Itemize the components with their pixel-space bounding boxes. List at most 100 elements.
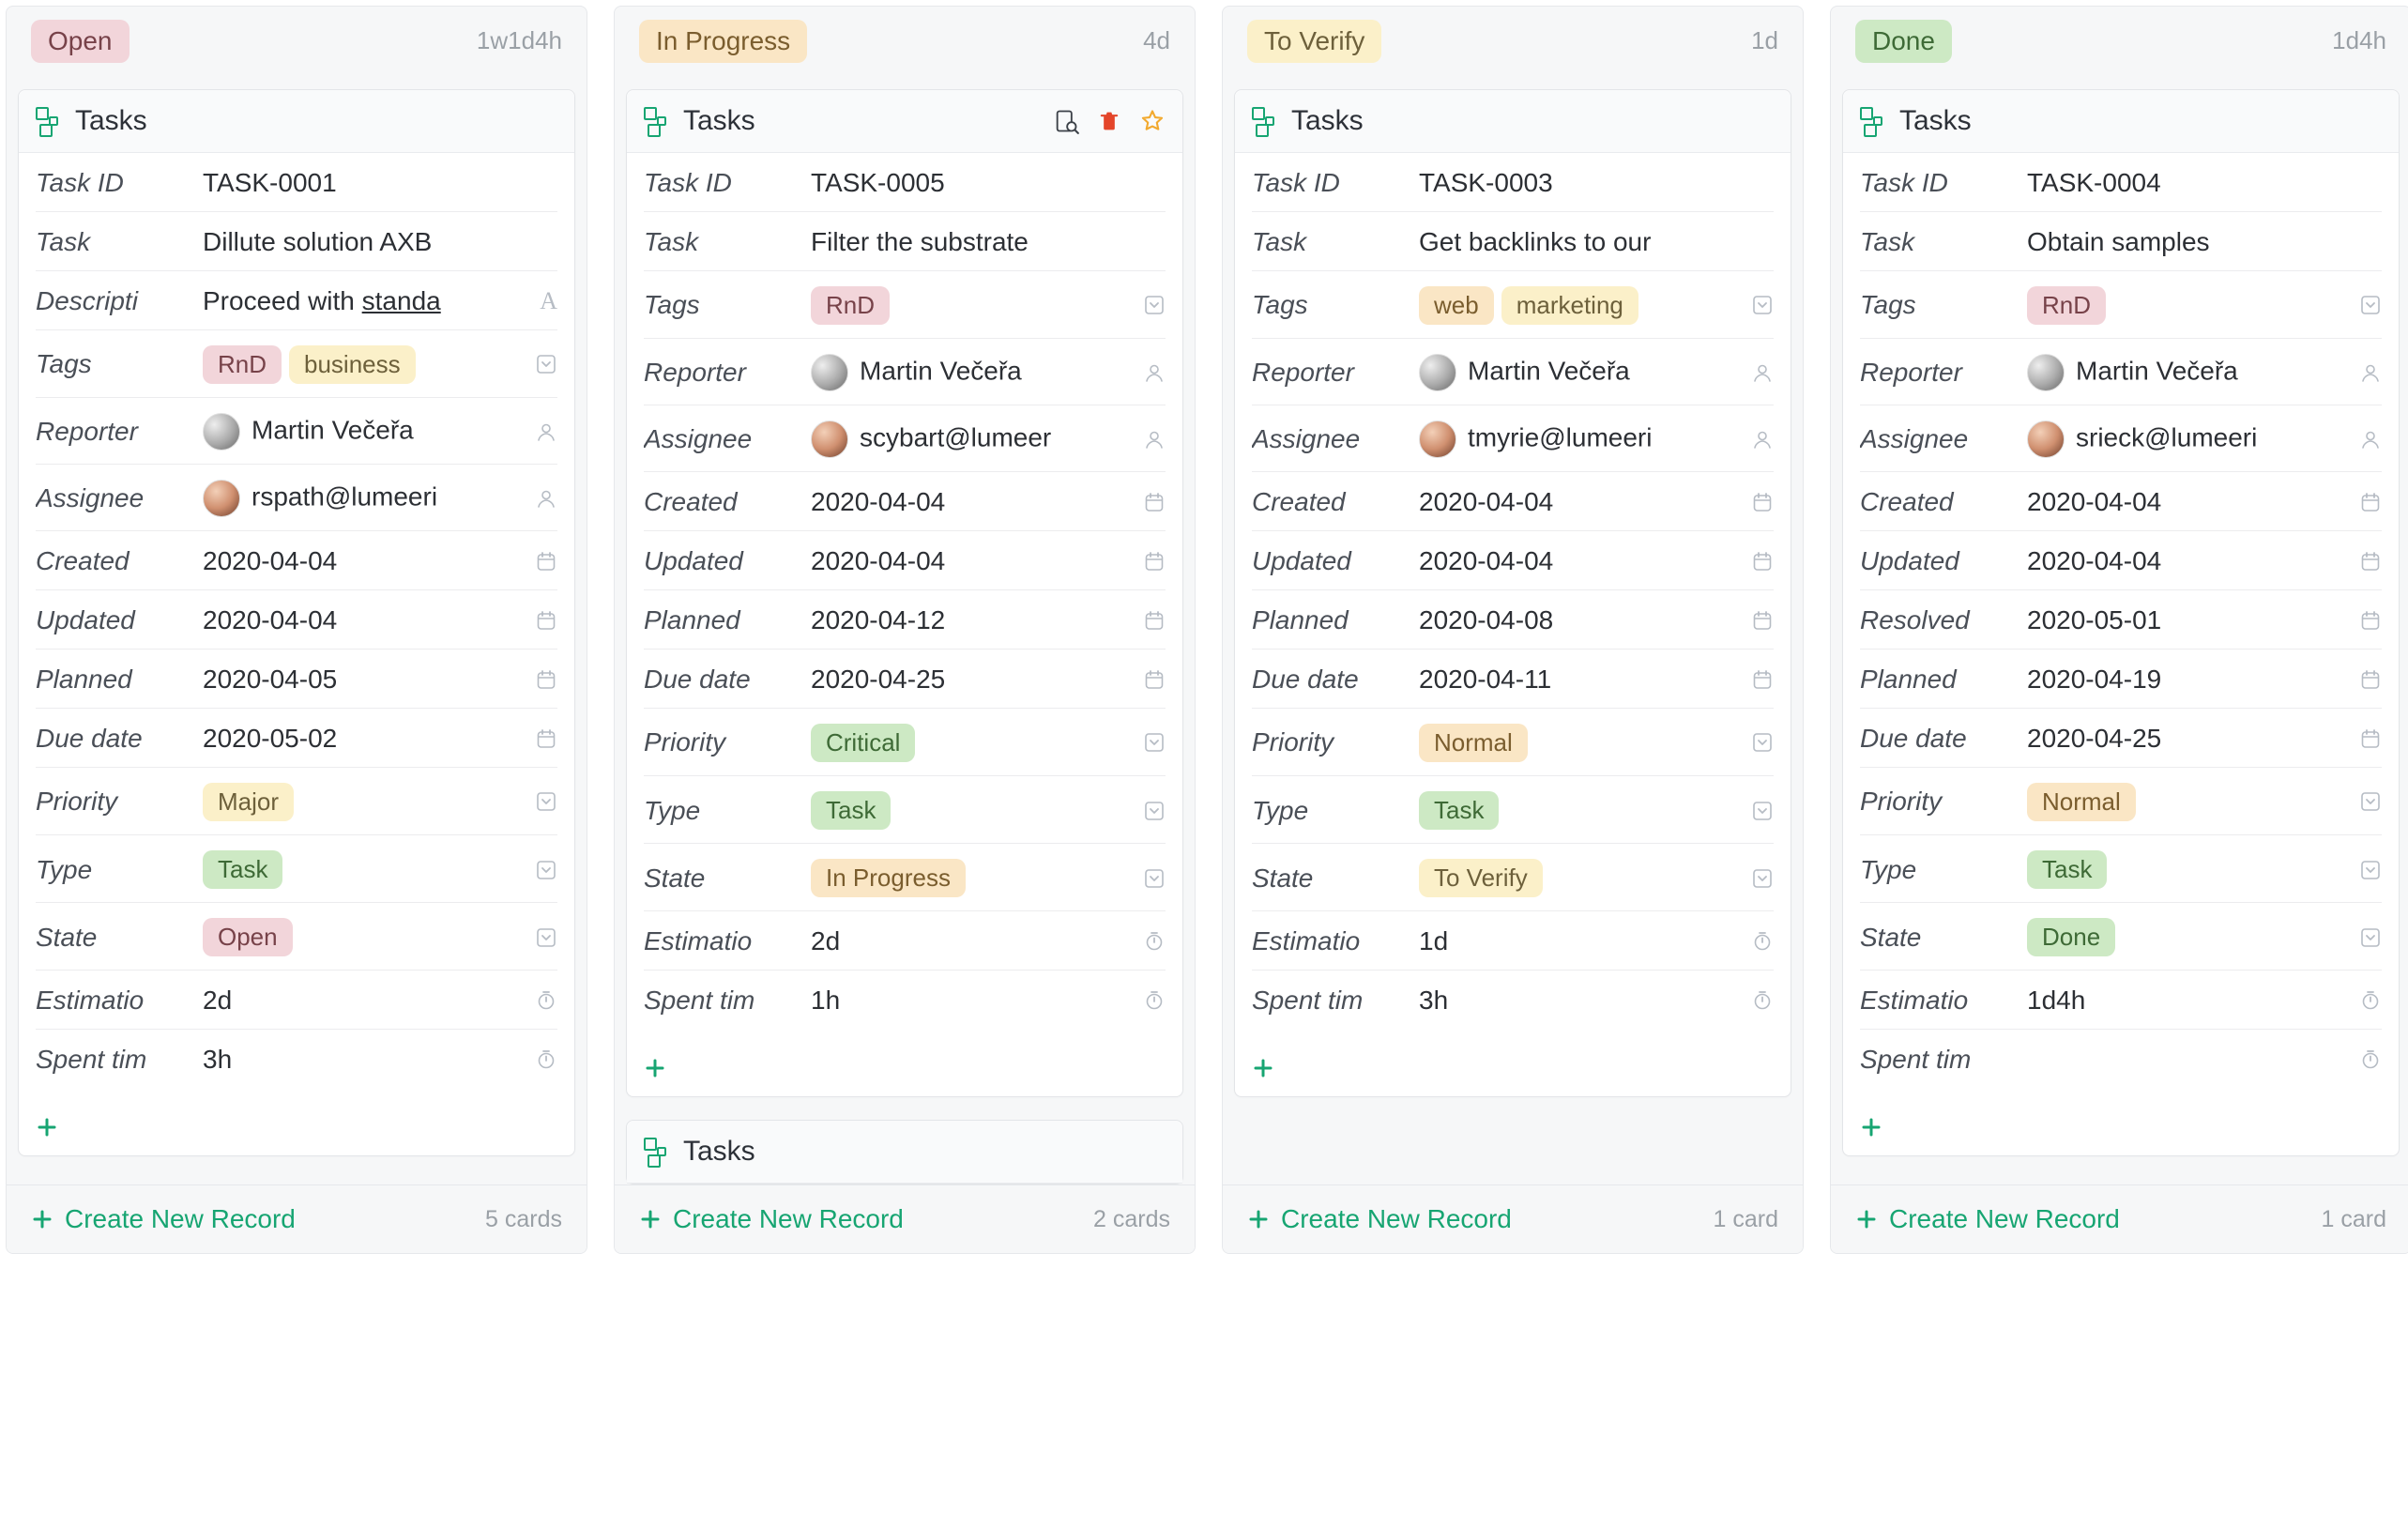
field-value[interactable]: Open bbox=[203, 918, 524, 956]
field-value[interactable]: Normal bbox=[2027, 783, 2348, 821]
field-value[interactable]: 1h bbox=[811, 986, 1132, 1016]
field-value[interactable]: Martin Večeřa bbox=[2027, 354, 2348, 391]
field-value[interactable]: 2d bbox=[203, 986, 524, 1016]
field-value[interactable]: Critical bbox=[811, 724, 1132, 762]
field-value[interactable]: Martin Večeřa bbox=[811, 354, 1132, 391]
field-row[interactable]: Planned 2020-04-12 bbox=[644, 590, 1166, 650]
create-new-record-button[interactable]: Create New Record bbox=[31, 1204, 296, 1234]
field-row[interactable]: State To Verify bbox=[1252, 844, 1774, 911]
field-row[interactable]: Spent tim 1h bbox=[644, 970, 1166, 1029]
field-value[interactable]: Major bbox=[203, 783, 524, 821]
field-value[interactable]: 2020-04-04 bbox=[1419, 546, 1740, 576]
field-row[interactable]: Assignee scybart@lumeer bbox=[644, 405, 1166, 472]
field-row[interactable]: Planned 2020-04-19 bbox=[1860, 650, 2382, 709]
field-value[interactable]: 2020-04-25 bbox=[2027, 724, 2348, 754]
task-card[interactable]: Tasks bbox=[626, 1120, 1183, 1184]
field-row[interactable]: Task ID TASK-0003 bbox=[1252, 153, 1774, 212]
field-row[interactable]: Planned 2020-04-05 bbox=[36, 650, 557, 709]
field-row[interactable]: Type Task bbox=[1252, 776, 1774, 844]
field-row[interactable]: Spent tim bbox=[1860, 1030, 2382, 1088]
field-value[interactable]: To Verify bbox=[1419, 859, 1740, 897]
field-row[interactable]: Priority Major bbox=[36, 768, 557, 835]
field-value[interactable]: 2020-04-11 bbox=[1419, 665, 1740, 695]
field-row[interactable]: Task Dillute solution AXB bbox=[36, 212, 557, 271]
card-header[interactable]: Tasks bbox=[627, 90, 1182, 153]
add-field-button[interactable] bbox=[19, 1105, 574, 1155]
field-value[interactable]: 2020-05-02 bbox=[203, 724, 524, 754]
field-row[interactable]: Updated 2020-04-04 bbox=[1252, 531, 1774, 590]
field-row[interactable]: State Done bbox=[1860, 903, 2382, 970]
field-value[interactable]: RnD bbox=[811, 286, 1132, 325]
field-value[interactable]: 2d bbox=[811, 926, 1132, 956]
field-row[interactable]: Spent tim 3h bbox=[36, 1030, 557, 1088]
field-row[interactable]: Task Obtain samples bbox=[1860, 212, 2382, 271]
field-row[interactable]: Priority Normal bbox=[1860, 768, 2382, 835]
field-value[interactable]: Obtain samples bbox=[2027, 227, 2348, 257]
field-value[interactable]: TASK-0004 bbox=[2027, 168, 2348, 198]
card-detail-icon[interactable] bbox=[1053, 108, 1079, 134]
field-row[interactable]: Estimatio 2d bbox=[644, 911, 1166, 970]
field-row[interactable]: State Open bbox=[36, 903, 557, 970]
field-row[interactable]: Estimatio 1d4h bbox=[1860, 970, 2382, 1030]
field-row[interactable]: Tags RnD bbox=[644, 271, 1166, 339]
field-row[interactable]: Estimatio 2d bbox=[36, 970, 557, 1030]
field-value[interactable]: 2020-04-04 bbox=[2027, 546, 2348, 576]
field-value[interactable]: RnDbusiness bbox=[203, 345, 524, 384]
field-row[interactable]: Updated 2020-04-04 bbox=[1860, 531, 2382, 590]
field-value[interactable]: 2020-05-01 bbox=[2027, 605, 2348, 635]
field-value[interactable]: 2020-04-19 bbox=[2027, 665, 2348, 695]
field-row[interactable]: Tags RnDbusiness bbox=[36, 330, 557, 398]
create-new-record-button[interactable]: Create New Record bbox=[1247, 1204, 1512, 1234]
field-value[interactable]: 2020-04-04 bbox=[2027, 487, 2348, 517]
field-row[interactable]: Created 2020-04-04 bbox=[36, 531, 557, 590]
field-row[interactable]: Reporter Martin Večeřa bbox=[1252, 339, 1774, 405]
create-new-record-button[interactable]: Create New Record bbox=[1855, 1204, 2120, 1234]
field-row[interactable]: Reporter Martin Večeřa bbox=[644, 339, 1166, 405]
field-value[interactable]: 2020-04-04 bbox=[203, 605, 524, 635]
add-field-button[interactable] bbox=[1235, 1046, 1791, 1096]
field-row[interactable]: Due date 2020-04-25 bbox=[644, 650, 1166, 709]
field-value[interactable]: tmyrie@lumeeri bbox=[1419, 420, 1740, 458]
field-row[interactable]: Reporter Martin Večeřa bbox=[1860, 339, 2382, 405]
field-row[interactable]: Priority Critical bbox=[644, 709, 1166, 776]
field-row[interactable]: Due date 2020-04-11 bbox=[1252, 650, 1774, 709]
field-value[interactable]: 2020-04-25 bbox=[811, 665, 1132, 695]
field-row[interactable]: Spent tim 3h bbox=[1252, 970, 1774, 1029]
field-value[interactable]: In Progress bbox=[811, 859, 1132, 897]
field-value[interactable]: Dillute solution AXB bbox=[203, 227, 524, 257]
field-value[interactable]: srieck@lumeeri bbox=[2027, 420, 2348, 458]
field-row[interactable]: Reporter Martin Večeřa bbox=[36, 398, 557, 465]
field-row[interactable]: Type Task bbox=[644, 776, 1166, 844]
field-value[interactable]: 1d bbox=[1419, 926, 1740, 956]
card-favorite-icon[interactable] bbox=[1139, 108, 1166, 134]
field-value[interactable]: 1d4h bbox=[2027, 986, 2348, 1016]
field-value[interactable]: Proceed with standa bbox=[203, 286, 524, 316]
field-value[interactable]: Filter the substrate bbox=[811, 227, 1132, 257]
field-value[interactable]: 2020-04-08 bbox=[1419, 605, 1740, 635]
field-value[interactable]: 2020-04-04 bbox=[811, 487, 1132, 517]
field-row[interactable]: Created 2020-04-04 bbox=[1860, 472, 2382, 531]
field-value[interactable]: TASK-0001 bbox=[203, 168, 524, 198]
field-value[interactable]: RnD bbox=[2027, 286, 2348, 325]
task-card[interactable]: Tasks Task ID TASK-0001 Task Dillute sol… bbox=[18, 89, 575, 1157]
field-row[interactable]: Updated 2020-04-04 bbox=[644, 531, 1166, 590]
task-card[interactable]: Tasks Task ID TASK-0003 Task Get backlin… bbox=[1234, 89, 1791, 1098]
field-row[interactable]: Updated 2020-04-04 bbox=[36, 590, 557, 650]
field-value[interactable]: Task bbox=[811, 791, 1132, 830]
task-card[interactable]: Tasks Task ID TASK-0005 Task Filter the … bbox=[626, 89, 1183, 1098]
card-delete-icon[interactable] bbox=[1096, 108, 1122, 134]
card-header[interactable]: Tasks bbox=[627, 1121, 1182, 1184]
field-row[interactable]: Planned 2020-04-08 bbox=[1252, 590, 1774, 650]
field-row[interactable]: Descripti Proceed with standa A bbox=[36, 271, 557, 330]
field-value[interactable]: TASK-0003 bbox=[1419, 168, 1740, 198]
card-header[interactable]: Tasks bbox=[1235, 90, 1791, 153]
field-row[interactable]: Task ID TASK-0004 bbox=[1860, 153, 2382, 212]
field-value[interactable]: Martin Večeřa bbox=[203, 413, 524, 451]
card-header[interactable]: Tasks bbox=[1843, 90, 2399, 153]
column-state-pill[interactable]: Open bbox=[31, 20, 130, 63]
field-value[interactable]: 2020-04-12 bbox=[811, 605, 1132, 635]
field-value[interactable]: webmarketing bbox=[1419, 286, 1740, 325]
task-card[interactable]: Tasks Task ID TASK-0004 Task Obtain samp… bbox=[1842, 89, 2400, 1157]
column-state-pill[interactable]: In Progress bbox=[639, 20, 807, 63]
field-row[interactable]: Priority Normal bbox=[1252, 709, 1774, 776]
